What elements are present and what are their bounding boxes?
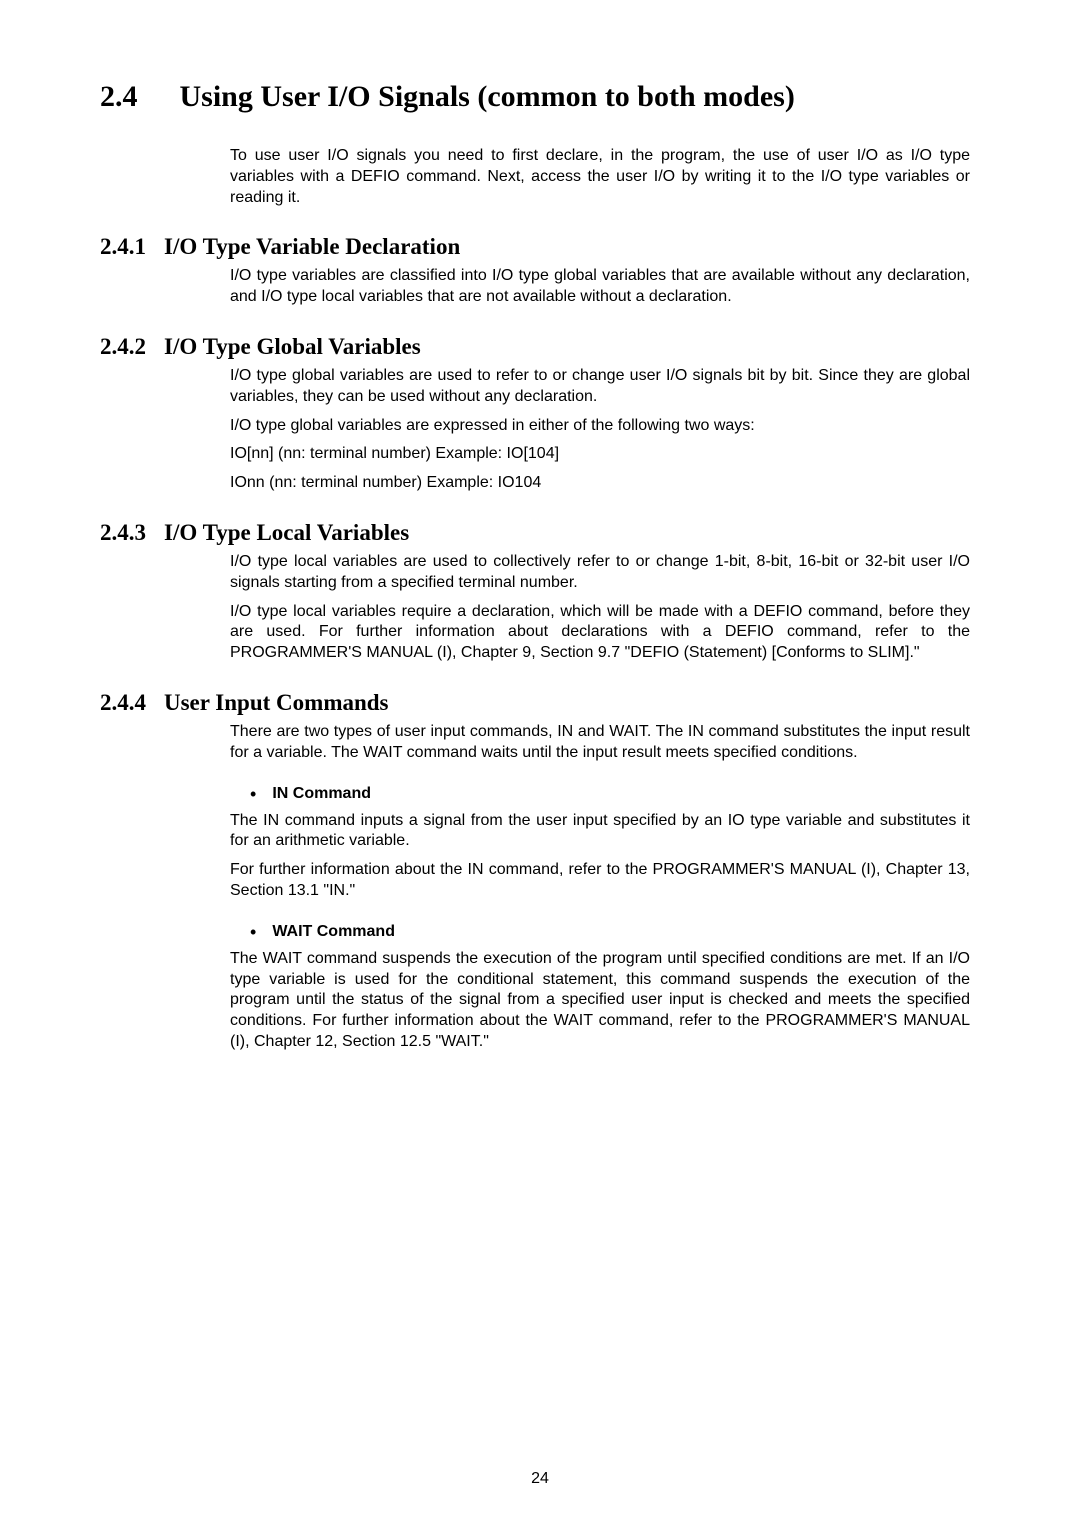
paragraph: The IN command inputs a signal from the … xyxy=(230,811,970,853)
subsection-heading: I/O Type Local Variables xyxy=(164,520,409,546)
subsection-2-4-2: 2.4.2 I/O Type Global Variables xyxy=(100,334,980,360)
paragraph: I/O type global variables are used to re… xyxy=(230,366,970,408)
subsection-2-4-3: 2.4.3 I/O Type Local Variables xyxy=(100,520,980,546)
paragraph: I/O type global variables are expressed … xyxy=(230,416,970,437)
page-number: 24 xyxy=(0,1470,1080,1488)
paragraph: The WAIT command suspends the execution … xyxy=(230,949,970,1053)
paragraph: I/O type variables are classified into I… xyxy=(230,266,970,308)
paragraph: I/O type local variables are used to col… xyxy=(230,552,970,594)
subsection-heading: User Input Commands xyxy=(164,690,389,716)
subsection-number: 2.4.4 xyxy=(100,690,146,716)
code-line: IOnn (nn: terminal number) Example: IO10… xyxy=(230,473,970,494)
subsection-number: 2.4.3 xyxy=(100,520,146,546)
bullet-heading-wait: • WAIT Command xyxy=(250,922,980,943)
bullet-title: IN Command xyxy=(272,785,371,803)
section-intro: To use user I/O signals you need to firs… xyxy=(230,146,970,208)
bullet-icon: • xyxy=(250,922,256,943)
section-heading: Using User I/O Signals (common to both m… xyxy=(180,80,795,114)
code-line: IO[nn] (nn: terminal number) Example: IO… xyxy=(230,444,970,465)
bullet-title: WAIT Command xyxy=(272,923,395,941)
subsection-2-4-1: 2.4.1 I/O Type Variable Declaration xyxy=(100,234,980,260)
paragraph: For further information about the IN com… xyxy=(230,860,970,902)
section-number: 2.4 xyxy=(100,80,138,114)
section-title: 2.4 Using User I/O Signals (common to bo… xyxy=(100,80,980,114)
subsection-2-4-4: 2.4.4 User Input Commands xyxy=(100,690,980,716)
subsection-number: 2.4.1 xyxy=(100,234,146,260)
subsection-heading: I/O Type Variable Declaration xyxy=(164,234,460,260)
bullet-heading-in: • IN Command xyxy=(250,784,980,805)
bullet-icon: • xyxy=(250,784,256,805)
subsection-heading: I/O Type Global Variables xyxy=(164,334,421,360)
paragraph: There are two types of user input comman… xyxy=(230,722,970,764)
paragraph: I/O type local variables require a decla… xyxy=(230,602,970,664)
subsection-number: 2.4.2 xyxy=(100,334,146,360)
